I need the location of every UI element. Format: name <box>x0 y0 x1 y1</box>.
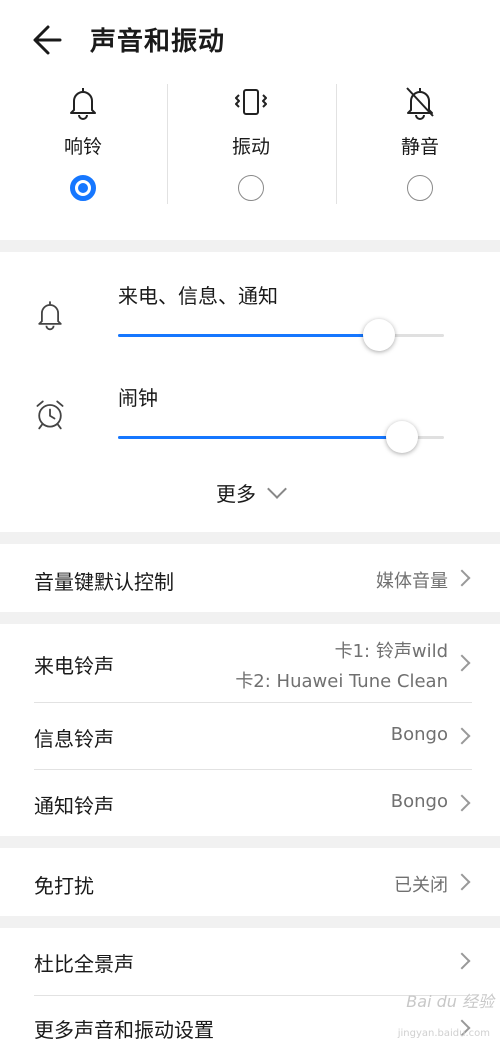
chevron-right-icon <box>453 873 471 891</box>
mode-silent[interactable]: 静音 <box>337 80 500 240</box>
mode-vibrate-radio[interactable] <box>238 175 264 201</box>
mode-silent-radio[interactable] <box>407 175 433 201</box>
top-bar: 声音和振动 <box>0 0 500 80</box>
ringtone-volume-slider[interactable] <box>118 319 444 351</box>
notification-ringtone-label: 通知铃声 <box>34 794 114 818</box>
more-volume-toggle[interactable]: 更多 <box>0 478 500 507</box>
alarm-volume-slider[interactable] <box>118 421 444 453</box>
volume-key-section: 音量键默认控制 媒体音量 <box>0 544 500 612</box>
tones-section: 来电铃声 卡1: 铃声wild 卡2: Huawei Tune Clean 信息… <box>0 624 500 836</box>
message-ringtone-label: 信息铃声 <box>34 727 114 751</box>
notification-ringtone-value: Bongo <box>390 791 448 812</box>
mode-ring-label: 响铃 <box>63 136 102 158</box>
call-ringtone-label: 来电铃声 <box>34 654 114 678</box>
volume-key-value: 媒体音量 <box>376 571 448 592</box>
call-ringtone-row[interactable]: 来电铃声 卡1: 铃声wild 卡2: Huawei Tune Clean <box>0 624 500 702</box>
alarm-clock-icon <box>32 396 68 432</box>
mode-ring-radio[interactable] <box>70 175 96 201</box>
volume-section: 来电、信息、通知 闹钟 更多 <box>0 252 500 532</box>
chevron-right-icon <box>453 727 471 745</box>
dolby-label: 杜比全景声 <box>34 952 134 976</box>
volume-key-row[interactable]: 音量键默认控制 媒体音量 <box>0 544 500 612</box>
chevron-right-icon <box>453 794 471 812</box>
message-ringtone-value: Bongo <box>390 724 448 745</box>
chevron-down-icon <box>267 479 287 499</box>
message-ringtone-row[interactable]: 信息铃声 Bongo <box>0 703 500 769</box>
ringtone-volume-thumb[interactable] <box>362 319 395 351</box>
sound-mode-selector: 响铃 振动 静音 <box>0 80 500 240</box>
mode-vibrate-label: 振动 <box>231 136 270 158</box>
more-volume-label: 更多 <box>216 482 256 506</box>
mode-silent-label: 静音 <box>400 136 439 158</box>
bell-icon <box>32 296 68 332</box>
back-arrow-icon[interactable] <box>30 22 70 58</box>
chevron-right-icon <box>453 952 471 970</box>
alarm-volume-fill <box>118 436 402 439</box>
bell-icon <box>63 82 103 122</box>
dnd-value: 已关闭 <box>394 875 448 896</box>
mode-vibrate[interactable]: 振动 <box>168 80 334 240</box>
chevron-right-icon <box>453 569 471 587</box>
call-ringtone-sim1: 卡1: 铃声wild <box>334 641 448 662</box>
notification-ringtone-row[interactable]: 通知铃声 Bongo <box>0 770 500 836</box>
dolby-row[interactable]: 杜比全景声 <box>0 928 500 996</box>
vibrate-icon <box>231 82 271 122</box>
dnd-label: 免打扰 <box>34 874 94 898</box>
chevron-right-icon <box>453 654 471 672</box>
alarm-volume-label: 闹钟 <box>118 386 158 410</box>
call-ringtone-sim2: 卡2: Huawei Tune Clean <box>235 671 448 692</box>
volume-key-label: 音量键默认控制 <box>34 570 174 594</box>
watermark-url: jingyan.baidu.com <box>397 1028 490 1039</box>
bell-off-icon <box>400 82 440 122</box>
more-settings-label: 更多声音和振动设置 <box>34 1018 214 1042</box>
alarm-volume-thumb[interactable] <box>385 421 418 453</box>
ringtone-volume-label: 来电、信息、通知 <box>118 284 278 308</box>
mode-ring[interactable]: 响铃 <box>0 80 166 240</box>
ringtone-volume-fill <box>118 334 379 337</box>
dnd-section: 免打扰 已关闭 <box>0 848 500 916</box>
page-title: 声音和振动 <box>90 27 226 57</box>
watermark-logo: Bai du 经验 <box>406 992 494 1011</box>
dnd-row[interactable]: 免打扰 已关闭 <box>0 848 500 916</box>
